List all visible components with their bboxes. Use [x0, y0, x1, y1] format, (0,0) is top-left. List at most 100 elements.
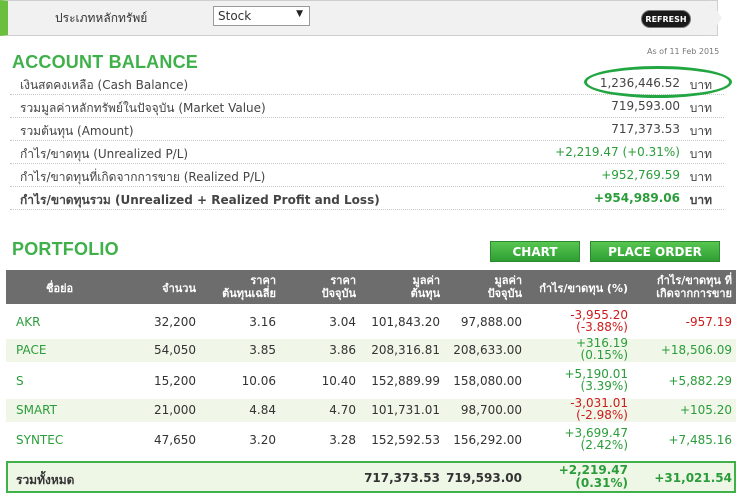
cash-highlight-oval [584, 66, 732, 98]
category-select-value: Stock [218, 9, 252, 23]
symbol-cell[interactable]: SYNTEC [16, 433, 63, 447]
market-value-cell: 158,080.00 [453, 374, 522, 388]
total-unrealized: +2,219.47 (0.31%) [559, 464, 628, 490]
avg-cost-cell: 3.20 [249, 433, 276, 447]
refresh-button[interactable]: REFRESH [641, 10, 691, 28]
market-value-cell: 97,888.00 [460, 315, 522, 329]
volume-cell: 32,200 [154, 315, 196, 329]
header-market-price-line1: ราคา [330, 274, 356, 287]
balance-unit: บาท [689, 101, 712, 115]
balance-label: กำไร/ขาดทุนที่เกิดจากการขาย (Realized P/… [20, 170, 266, 184]
table-row[interactable]: SYNTEC 47,650 3.20 3.28 152,592.53 156,2… [6, 427, 736, 452]
market-price-cell: 3.86 [329, 343, 356, 357]
header-market-price-line2: ปัจจุบัน [321, 287, 356, 300]
balance-value: +952,769.59 [601, 168, 680, 182]
place-order-button[interactable]: PLACE ORDER [590, 241, 720, 262]
header-market-value: มูลค่า ปัจจุบัน [488, 274, 522, 300]
amount-cell: 152,592.53 [371, 433, 440, 447]
header-avg-cost-line1: ราคา [250, 274, 276, 287]
balance-label: กำไร/ขาดทุน (Unrealized P/L) [20, 147, 189, 161]
header-market-value-line1: มูลค่า [494, 274, 522, 287]
balance-value: +2,219.47 (+0.31%) [555, 145, 680, 159]
balance-value: 717,373.53 [611, 122, 680, 136]
avg-cost-cell: 3.16 [249, 315, 276, 329]
volume-cell: 21,000 [154, 403, 196, 417]
table-row[interactable]: PACE 54,050 3.85 3.86 208,316.81 208,633… [6, 337, 736, 362]
header-market-value-line2: ปัจจุบัน [487, 287, 522, 300]
balance-unit: บาท [689, 193, 712, 207]
header-unrealized: กำไร/ขาดทุน (%) [539, 282, 628, 295]
balance-unit: บาท [689, 170, 712, 184]
market-price-cell: 3.04 [329, 315, 356, 329]
realized-cell: +18,506.09 [660, 343, 732, 357]
total-amount: 717,373.53 [364, 471, 440, 485]
avg-cost-cell: 4.84 [249, 403, 276, 417]
header-symbol: ชื่อย่อ [46, 282, 74, 295]
balance-value: 719,593.00 [611, 99, 680, 113]
header-market-price: ราคา ปัจจุบัน [322, 274, 356, 300]
realized-cell: +7,485.16 [668, 433, 733, 447]
realized-cell: -957.19 [685, 315, 732, 329]
header-realized-line1: กำไร/ขาดทุน ที่ [657, 274, 732, 287]
unrealized-cell: -3,955.20 (-3.88%) [570, 309, 628, 333]
chart-button[interactable]: CHART [490, 241, 580, 262]
filter-bar-arrow [710, 0, 722, 36]
balance-label: รวมต้นทุน (Amount) [20, 124, 134, 138]
market-value-cell: 98,700.00 [460, 403, 522, 417]
amount-cell: 152,889.99 [371, 374, 440, 388]
pl-percent: (-2.98%) [576, 408, 628, 422]
balance-unit: บาท [689, 124, 712, 138]
account-balance-title: ACCOUNT BALANCE [12, 52, 198, 72]
header-realized-line2: เกิดจากการขาย [656, 287, 732, 300]
total-market-value: 719,593.00 [446, 471, 522, 485]
amount-cell: 101,843.20 [371, 315, 440, 329]
balance-row-realized: กำไร/ขาดทุนที่เกิดจากการขาย (Realized P/… [10, 164, 724, 187]
table-row[interactable]: AKR 32,200 3.16 3.04 101,843.20 97,888.0… [6, 309, 736, 334]
balance-label: เงินสดคงเหลือ (Cash Balance) [20, 78, 189, 92]
category-select[interactable]: Stock ▼ [213, 6, 310, 26]
balance-row-total-pl: กำไร/ขาดทุนรวม (Unrealized + Realized Pr… [10, 187, 724, 210]
balance-unit: บาท [689, 147, 712, 161]
volume-cell: 54,050 [154, 343, 196, 357]
volume-cell: 15,200 [154, 374, 196, 388]
symbol-cell[interactable]: SMART [16, 403, 57, 417]
unrealized-cell: +3,699.47 (2.42%) [565, 427, 629, 451]
total-label: รวมทั้งหมด [16, 473, 75, 487]
symbol-cell[interactable]: AKR [16, 315, 40, 329]
category-label: ประเภทหลักทรัพย์ [55, 11, 148, 25]
header-amount-line2: ต้นทุน [410, 287, 440, 300]
as-of-date: As of 11 Feb 2015 [647, 47, 720, 56]
balance-row-unrealized: กำไร/ขาดทุน (Unrealized P/L) +2,219.47 (… [10, 141, 724, 164]
amount-cell: 101,731.01 [371, 403, 440, 417]
total-pl-value: +2,219.47 [558, 463, 628, 477]
header-amount-line1: มูลค่า [412, 274, 440, 287]
dropdown-arrow-icon: ▼ [296, 9, 303, 19]
header-realized: กำไร/ขาดทุน ที่ เกิดจากการขาย [656, 274, 732, 300]
unrealized-cell: +5,190.01 (3.39%) [565, 368, 629, 392]
portfolio-title: PORTFOLIO [12, 239, 119, 259]
realized-cell: +105.20 [679, 403, 732, 417]
header-avg-cost-line2: ต้นทุนเฉลี่ย [222, 287, 276, 300]
total-pl-percent: (0.31%) [575, 476, 628, 490]
avg-cost-cell: 3.85 [249, 343, 276, 357]
balance-value: +954,989.06 [594, 191, 680, 205]
balance-row-market-value: รวมมูลค่าหลักทรัพย์ในปัจจุบัน (Market Va… [10, 95, 724, 118]
header-amount: มูลค่า ต้นทุน [411, 274, 440, 300]
table-row[interactable]: S 15,200 10.06 10.40 152,889.99 158,080.… [6, 368, 736, 393]
market-value-cell: 208,633.00 [453, 343, 522, 357]
header-volume: จำนวน [162, 282, 196, 295]
amount-cell: 208,316.81 [371, 343, 440, 357]
market-value-cell: 156,292.00 [453, 433, 522, 447]
volume-cell: 47,650 [154, 433, 196, 447]
total-realized: +31,021.54 [654, 471, 732, 485]
table-row[interactable]: SMART 21,000 4.84 4.70 101,731.01 98,700… [6, 397, 736, 422]
symbol-cell[interactable]: S [16, 374, 24, 388]
symbol-cell[interactable]: PACE [16, 343, 46, 357]
pl-percent: (2.42%) [580, 438, 628, 452]
pl-percent: (3.39%) [580, 379, 628, 393]
market-price-cell: 3.28 [329, 433, 356, 447]
portfolio-table-header: ชื่อย่อ จำนวน ราคา ต้นทุนเฉลี่ย ราคา ปัจ… [6, 270, 736, 304]
balance-label: กำไร/ขาดทุนรวม (Unrealized + Realized Pr… [20, 193, 380, 207]
header-avg-cost: ราคา ต้นทุนเฉลี่ย [222, 274, 276, 300]
pl-percent: (-3.88%) [576, 320, 628, 334]
